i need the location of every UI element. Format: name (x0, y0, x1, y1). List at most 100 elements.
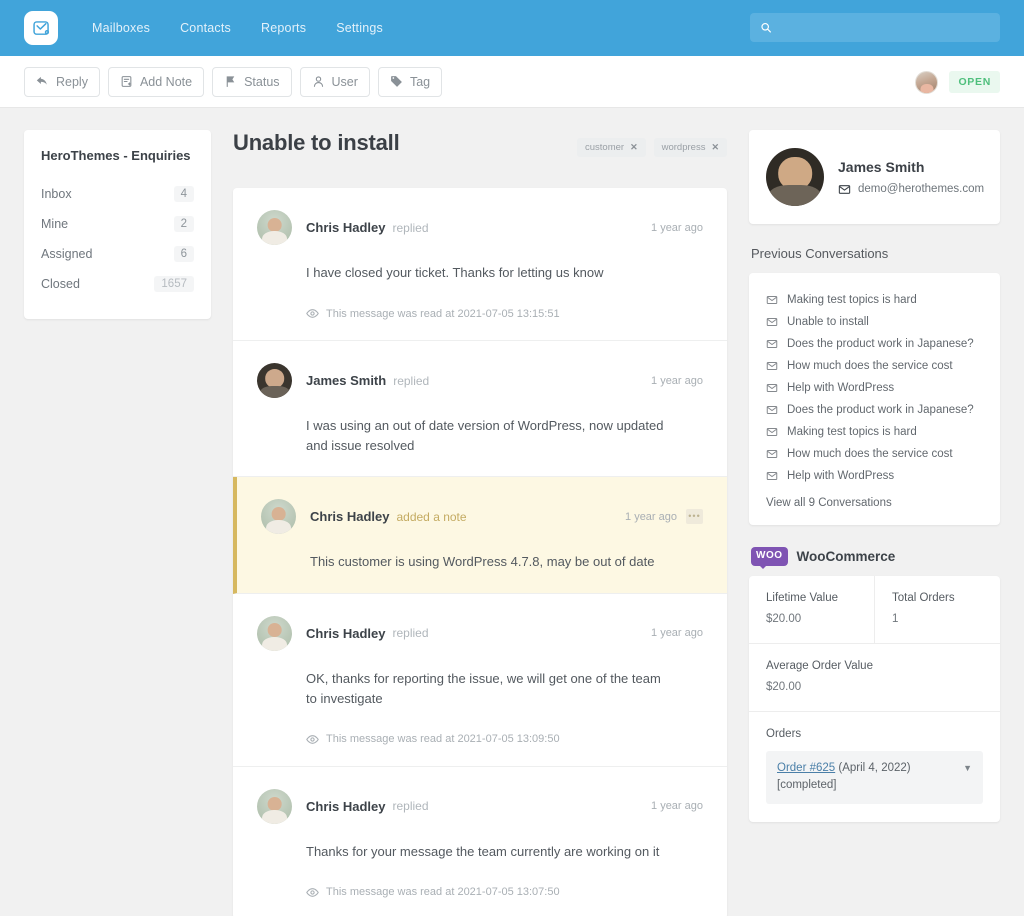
tag-chip-wordpress[interactable]: wordpress ✕ (653, 138, 727, 157)
toolbar-right-group: OPEN (915, 56, 1000, 108)
search-input[interactable] (779, 20, 990, 35)
message-author: James Smith (306, 373, 387, 389)
envelope-check-logo-icon (32, 20, 49, 35)
message-header: James Smith replied 1 year ago (257, 363, 703, 399)
nav-link-contacts[interactable]: Contacts (178, 17, 233, 39)
woocommerce-stats-row: Lifetime Value $20.00 Total Orders 1 (749, 576, 1000, 644)
message-timestamp: 1 year ago (625, 510, 677, 523)
list-item-label: Help with WordPress (787, 470, 895, 482)
message-read-text: This message was read at 2021-07-05 13:1… (326, 307, 560, 320)
status-button-label: Status (244, 74, 280, 89)
tag-remove-icon[interactable]: ✕ (711, 142, 719, 153)
envelope-icon (766, 340, 778, 348)
search-box[interactable] (750, 13, 1000, 42)
list-item[interactable]: Does the product work in Japanese? (766, 333, 983, 355)
message-action: added a note (396, 509, 467, 524)
message-read-receipt: This message was read at 2021-07-05 13:0… (306, 886, 703, 899)
order-row[interactable]: Order #625 (April 4, 2022) [completed] ▼ (766, 751, 983, 804)
message-author: Chris Hadley (310, 509, 390, 525)
message-item: James Smith replied 1 year ago I was usi… (233, 341, 727, 478)
woocommerce-title: WooCommerce (796, 549, 896, 564)
nav-link-reports[interactable]: Reports (259, 17, 308, 39)
previous-conversations-card: Making test topics is hard Unable to ins… (749, 273, 1000, 525)
left-column: HeroThemes - Enquiries Inbox 4 Mine 2 As… (24, 130, 211, 319)
orders-label: Orders (766, 728, 802, 740)
customer-name: James Smith (838, 158, 925, 175)
avatar (257, 363, 292, 399)
user-button[interactable]: User (299, 66, 370, 97)
page-title: Unable to install (233, 130, 400, 155)
lifetime-value-label: Lifetime Value (766, 592, 839, 604)
envelope-icon (766, 472, 778, 480)
message-read-receipt: This message was read at 2021-07-05 13:0… (306, 733, 703, 746)
message-body: OK, thanks for reporting the issue, we w… (306, 670, 661, 706)
chevron-down-icon[interactable]: ▼ (963, 762, 972, 776)
reply-arrow-icon (36, 76, 47, 85)
message-header: Chris Hadley added a note 1 year ago ••• (261, 499, 703, 535)
message-timestamp: 1 year ago (651, 627, 703, 640)
lifetime-value-amount: $20.00 (766, 613, 802, 625)
sidebar-item-assigned[interactable]: Assigned 6 (41, 239, 194, 269)
avatar (257, 788, 292, 824)
list-item[interactable]: How much does the service cost (766, 355, 983, 377)
add-note-button[interactable]: Add Note (107, 66, 205, 97)
message-header: Chris Hadley replied 1 year ago (257, 210, 703, 245)
customer-email[interactable]: demo@herothemes.com (858, 183, 984, 195)
message-body: Thanks for your message the team current… (306, 843, 660, 859)
message-author: Chris Hadley (306, 798, 386, 814)
status-badge[interactable]: OPEN (949, 71, 1000, 93)
message-read-text: This message was read at 2021-07-05 13:0… (326, 733, 560, 746)
list-item-label: How much does the service cost (787, 448, 953, 460)
avatar (257, 210, 292, 245)
tag-button[interactable]: Tag (377, 66, 443, 97)
envelope-icon (766, 296, 778, 304)
message-thread: Chris Hadley replied 1 year ago I have c… (233, 188, 727, 916)
list-item[interactable]: How much does the service cost (766, 443, 983, 465)
tag-chip-label: wordpress (661, 142, 706, 153)
message-item: Chris Hadley replied 1 year ago Thanks f… (233, 767, 727, 916)
view-all-conversations-link[interactable]: View all 9 Conversations (766, 487, 983, 511)
customer-card: James Smith demo@herothemes.com (749, 130, 1000, 224)
list-item-label: Does the product work in Japanese? (787, 404, 974, 416)
status-button[interactable]: Status (212, 66, 292, 97)
sidebar-item-closed[interactable]: Closed 1657 (41, 269, 194, 299)
sidebar-item-mine[interactable]: Mine 2 (41, 209, 194, 239)
list-item[interactable]: Help with WordPress (766, 377, 983, 399)
mailbox-title: HeroThemes - Enquiries (41, 148, 191, 163)
total-orders-stat: Total Orders 1 (874, 576, 1000, 643)
message-header: Chris Hadley replied 1 year ago (257, 615, 703, 651)
avatar (257, 615, 292, 651)
main-nav: Mailboxes Contacts Reports Settings (90, 17, 385, 39)
message-header: Chris Hadley replied 1 year ago (257, 788, 703, 824)
sidebar-item-inbox[interactable]: Inbox 4 (41, 179, 194, 209)
nav-link-mailboxes[interactable]: Mailboxes (90, 17, 152, 39)
customer-avatar (766, 148, 824, 206)
woocommerce-logo: WOO (751, 547, 788, 569)
list-item[interactable]: Does the product work in Japanese? (766, 399, 983, 421)
message-menu-button[interactable]: ••• (686, 509, 703, 525)
user-button-label: User (331, 74, 358, 89)
add-note-button-label: Add Note (139, 74, 193, 89)
list-item[interactable]: Making test topics is hard (766, 421, 983, 443)
app-logo[interactable] (24, 11, 58, 45)
assignee-avatar[interactable] (915, 70, 939, 94)
reply-button[interactable]: Reply (24, 66, 100, 97)
message-body: I was using an out of date version of Wo… (306, 418, 664, 454)
list-item-label: Making test topics is hard (787, 294, 917, 306)
list-item-label: Unable to install (787, 316, 869, 328)
envelope-icon (766, 406, 778, 414)
list-item[interactable]: Making test topics is hard (766, 289, 983, 311)
list-item[interactable]: Unable to install (766, 311, 983, 333)
page-body: HeroThemes - Enquiries Inbox 4 Mine 2 As… (0, 108, 1024, 916)
sidebar-item-count: 2 (173, 216, 194, 232)
sidebar-item-count: 1657 (154, 276, 194, 292)
person-icon (313, 76, 323, 87)
tag-remove-icon[interactable]: ✕ (630, 142, 638, 153)
nav-link-settings[interactable]: Settings (334, 17, 385, 39)
sidebar-item-count: 6 (173, 246, 194, 262)
order-link[interactable]: Order #625 (777, 762, 835, 774)
list-item[interactable]: Help with WordPress (766, 465, 983, 487)
message-author: Chris Hadley (306, 625, 386, 641)
tag-chip-customer[interactable]: customer ✕ (577, 138, 646, 157)
message-author: Chris Hadley (306, 220, 386, 235)
